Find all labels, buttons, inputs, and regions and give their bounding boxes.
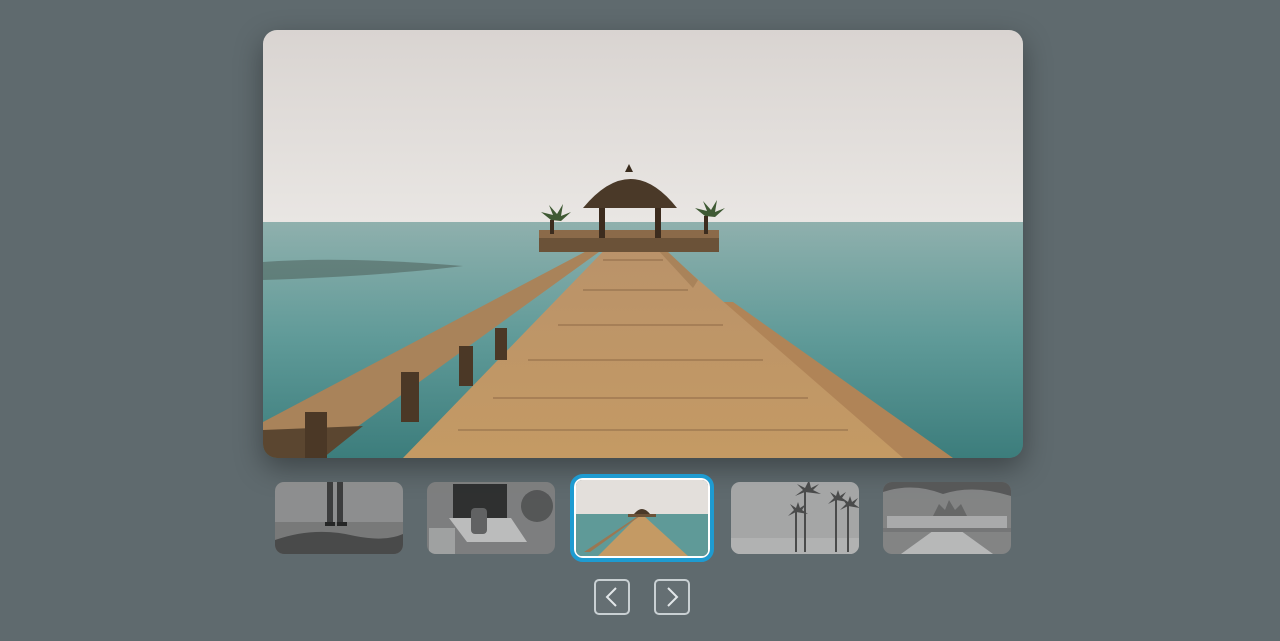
next-button[interactable] [654,579,690,615]
thumbnail-3-active[interactable] [570,474,714,562]
prev-button[interactable] [594,579,630,615]
gallery [0,0,1280,641]
thumbnail-1[interactable] [275,482,403,554]
chevron-right-icon [667,587,679,607]
thumbnail-2[interactable] [427,482,555,554]
main-slide-image [263,30,1023,458]
thumbnail-5[interactable] [883,482,1011,554]
thumbnail-4[interactable] [731,482,859,554]
chevron-left-icon [605,587,617,607]
